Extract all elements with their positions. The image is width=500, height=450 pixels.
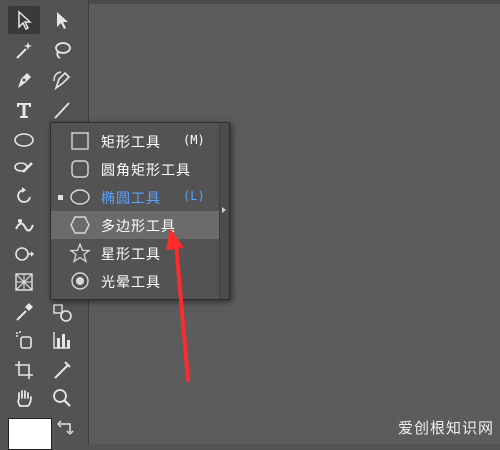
flyout-item-star[interactable]: 星形工具 — [51, 239, 219, 267]
ellipse-icon — [70, 189, 90, 205]
document-tab-strip — [89, 0, 500, 4]
symbol-sprayer-icon[interactable] — [8, 326, 40, 354]
flyout-item-shortcut: (M) — [183, 133, 205, 147]
rounded-rectangle-icon — [71, 160, 89, 178]
curvature-icon[interactable] — [46, 66, 78, 94]
magic-wand-icon[interactable] — [8, 36, 40, 64]
flyout-item-shortcut: (L) — [183, 189, 205, 203]
paintbrush-icon[interactable] — [8, 154, 40, 182]
shape-tools-flyout: 矩形工具 (M) 圆角矩形工具 椭圆工具 (L) 多边形工具 星形工具 光晕工具 — [50, 122, 230, 300]
watermark: 爱创根知识网 — [397, 419, 494, 437]
star-icon — [69, 243, 91, 263]
direct-selection-icon[interactable] — [46, 6, 78, 34]
flyout-item-label: 椭圆工具 — [101, 191, 161, 207]
flyout-item-label: 星形工具 — [101, 247, 161, 263]
line-segment-icon[interactable] — [46, 96, 78, 124]
fill-color-swatch[interactable] — [8, 418, 52, 450]
flyout-item-flare[interactable]: 光晕工具 — [51, 267, 219, 295]
shape-builder-icon[interactable] — [8, 240, 40, 268]
column-graph-icon[interactable] — [46, 326, 78, 354]
perspective-grid-icon[interactable] — [8, 268, 40, 296]
swap-colors-icon[interactable] — [56, 418, 76, 438]
type-icon[interactable] — [8, 96, 40, 124]
artboard-icon[interactable] — [8, 356, 40, 384]
flyout-item-label: 光晕工具 — [101, 275, 161, 291]
tearoff-handle[interactable] — [219, 123, 229, 299]
blend-icon[interactable] — [46, 298, 78, 326]
flyout-item-ellipse[interactable]: 椭圆工具 (L) — [51, 183, 219, 211]
rotate-icon[interactable] — [8, 182, 40, 210]
lasso-icon[interactable] — [46, 36, 78, 64]
flyout-item-polygon[interactable]: 多边形工具 — [51, 211, 219, 239]
ellipse-tool-icon[interactable] — [8, 126, 40, 154]
flyout-item-label: 矩形工具 — [101, 135, 161, 151]
tearoff-arrow-icon — [222, 207, 226, 213]
pen-icon[interactable] — [8, 66, 40, 94]
polygon-icon — [70, 216, 90, 234]
flyout-item-rectangle[interactable]: 矩形工具 (M) — [51, 127, 219, 155]
flyout-item-label: 圆角矩形工具 — [101, 163, 191, 179]
width-icon[interactable] — [8, 212, 40, 240]
slice-icon[interactable] — [46, 356, 78, 384]
rectangle-icon — [71, 132, 89, 150]
active-tool-indicator — [58, 195, 63, 200]
flyout-item-rounded-rectangle[interactable]: 圆角矩形工具 — [51, 155, 219, 183]
flyout-item-label: 多边形工具 — [101, 219, 176, 235]
zoom-icon[interactable] — [46, 384, 78, 412]
hand-icon[interactable] — [8, 384, 40, 412]
flare-icon — [71, 272, 89, 290]
selection-icon[interactable] — [8, 6, 40, 34]
eyedropper-icon[interactable] — [8, 298, 40, 326]
